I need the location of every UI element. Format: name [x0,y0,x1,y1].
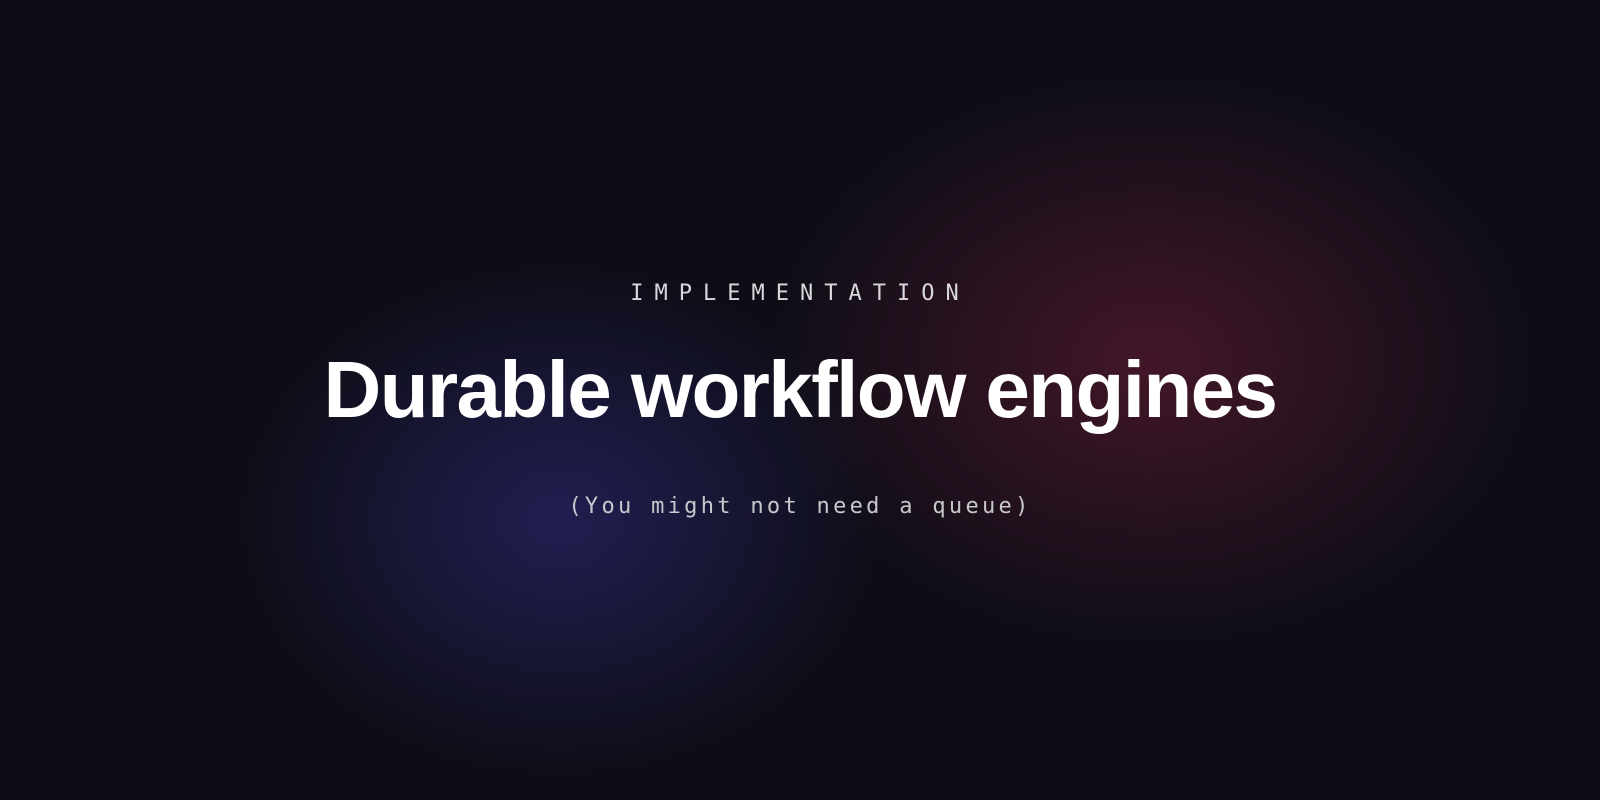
eyebrow-label: IMPLEMENTATION [630,281,969,306]
page-title: Durable workflow engines [324,346,1277,434]
hero-content: IMPLEMENTATION Durable workflow engines … [0,0,1600,800]
subtitle-text: (You might not need a queue) [568,494,1031,519]
